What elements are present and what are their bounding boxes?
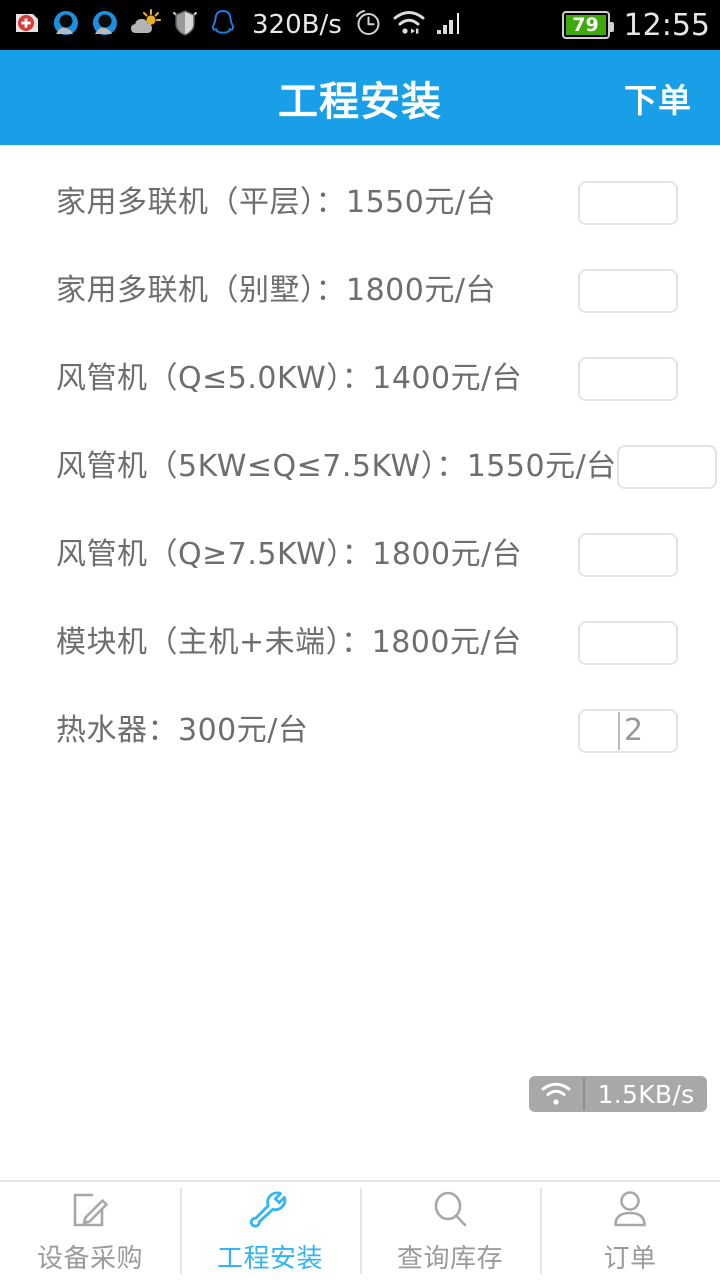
status-bar-right-icons: 79 12:55: [561, 7, 710, 43]
quantity-input[interactable]: [578, 357, 678, 401]
network-speed-widget[interactable]: 1.5KB/s: [529, 1076, 707, 1112]
bottom-navigation: 设备采购 工程安装 查询库存 订单: [0, 1180, 720, 1280]
list-item: 风管机（5KW≤Q≤7.5KW）：1550元/台: [0, 423, 720, 511]
item-label: 风管机（Q≤5.0KW）：1400元/台: [56, 361, 523, 396]
quantity-input[interactable]: [578, 181, 678, 225]
wrench-icon: [247, 1187, 293, 1233]
quantity-input[interactable]: [578, 621, 678, 665]
item-label: 模块机（主机+未端）：1800元/台: [56, 625, 522, 660]
text-cursor: [618, 712, 620, 750]
qq-penguin-icon: [209, 8, 237, 42]
tab-label: 工程安装: [216, 1244, 323, 1274]
list-item: 家用多联机（别墅）：1800元/台: [0, 247, 720, 335]
security-shield-icon: [170, 8, 200, 42]
page-title: 工程安装: [278, 78, 442, 125]
product-list: 家用多联机（平层）：1550元/台 家用多联机（别墅）：1800元/台 风管机（…: [0, 145, 720, 1180]
quantity-input[interactable]: [616, 445, 717, 489]
battery-level: 79: [565, 15, 606, 35]
tab-engineering-installation[interactable]: 工程安装: [180, 1182, 360, 1280]
person-icon: [607, 1187, 653, 1233]
quantity-value: 2: [624, 713, 644, 748]
battery-indicator: 79: [561, 11, 614, 39]
quantity-input[interactable]: [578, 533, 678, 577]
status-network-speed: 320B/s: [252, 10, 342, 40]
list-item: 风管机（Q≥7.5KW）：1800元/台: [0, 511, 720, 599]
list-item: 热水器：300元/台 2: [0, 687, 720, 775]
status-clock: 12:55: [623, 7, 710, 43]
quantity-input[interactable]: [578, 269, 678, 313]
wifi-icon: [529, 1081, 583, 1107]
status-bar: 320B/s 79 12:55: [0, 0, 720, 50]
app-header: 工程安装 下单: [0, 50, 720, 145]
quantity-input[interactable]: 2: [578, 709, 678, 753]
cell-signal-icon: [435, 8, 467, 42]
tab-equipment-purchase[interactable]: 设备采购: [0, 1182, 180, 1280]
item-label: 风管机（5KW≤Q≤7.5KW）：1550元/台: [56, 449, 617, 484]
tab-label: 订单: [603, 1244, 657, 1274]
weather-sun-cloud-icon: [129, 8, 161, 42]
search-icon: [427, 1187, 473, 1233]
app-screen: 320B/s 79 12:55 工程安装 下单 家用多联机（平层）：1550元/…: [0, 0, 720, 1280]
qq-browser-icon: [90, 8, 120, 42]
item-label: 家用多联机（平层）：1550元/台: [56, 185, 496, 220]
place-order-button[interactable]: 下单: [624, 74, 692, 122]
alarm-clock-icon: [353, 8, 383, 42]
list-item: 家用多联机（平层）：1550元/台: [0, 159, 720, 247]
edit-document-icon: [67, 1187, 113, 1233]
item-label: 家用多联机（别墅）：1800元/台: [56, 273, 496, 308]
tab-orders[interactable]: 订单: [540, 1182, 720, 1280]
list-item: 模块机（主机+未端）：1800元/台: [0, 599, 720, 687]
tab-label: 查询库存: [396, 1244, 503, 1274]
medical-cross-icon: [12, 8, 42, 42]
list-item: 风管机（Q≤5.0KW）：1400元/台: [0, 335, 720, 423]
status-bar-left-icons: 320B/s: [12, 8, 562, 42]
network-speed-value: 1.5KB/s: [597, 1079, 695, 1109]
qq-browser-icon: [51, 8, 81, 42]
tab-inventory-query[interactable]: 查询库存: [360, 1182, 540, 1280]
tab-label: 设备采购: [36, 1244, 143, 1274]
item-label: 风管机（Q≥7.5KW）：1800元/台: [56, 537, 523, 572]
item-label: 热水器：300元/台: [56, 713, 309, 748]
wifi-icon: [392, 8, 426, 42]
